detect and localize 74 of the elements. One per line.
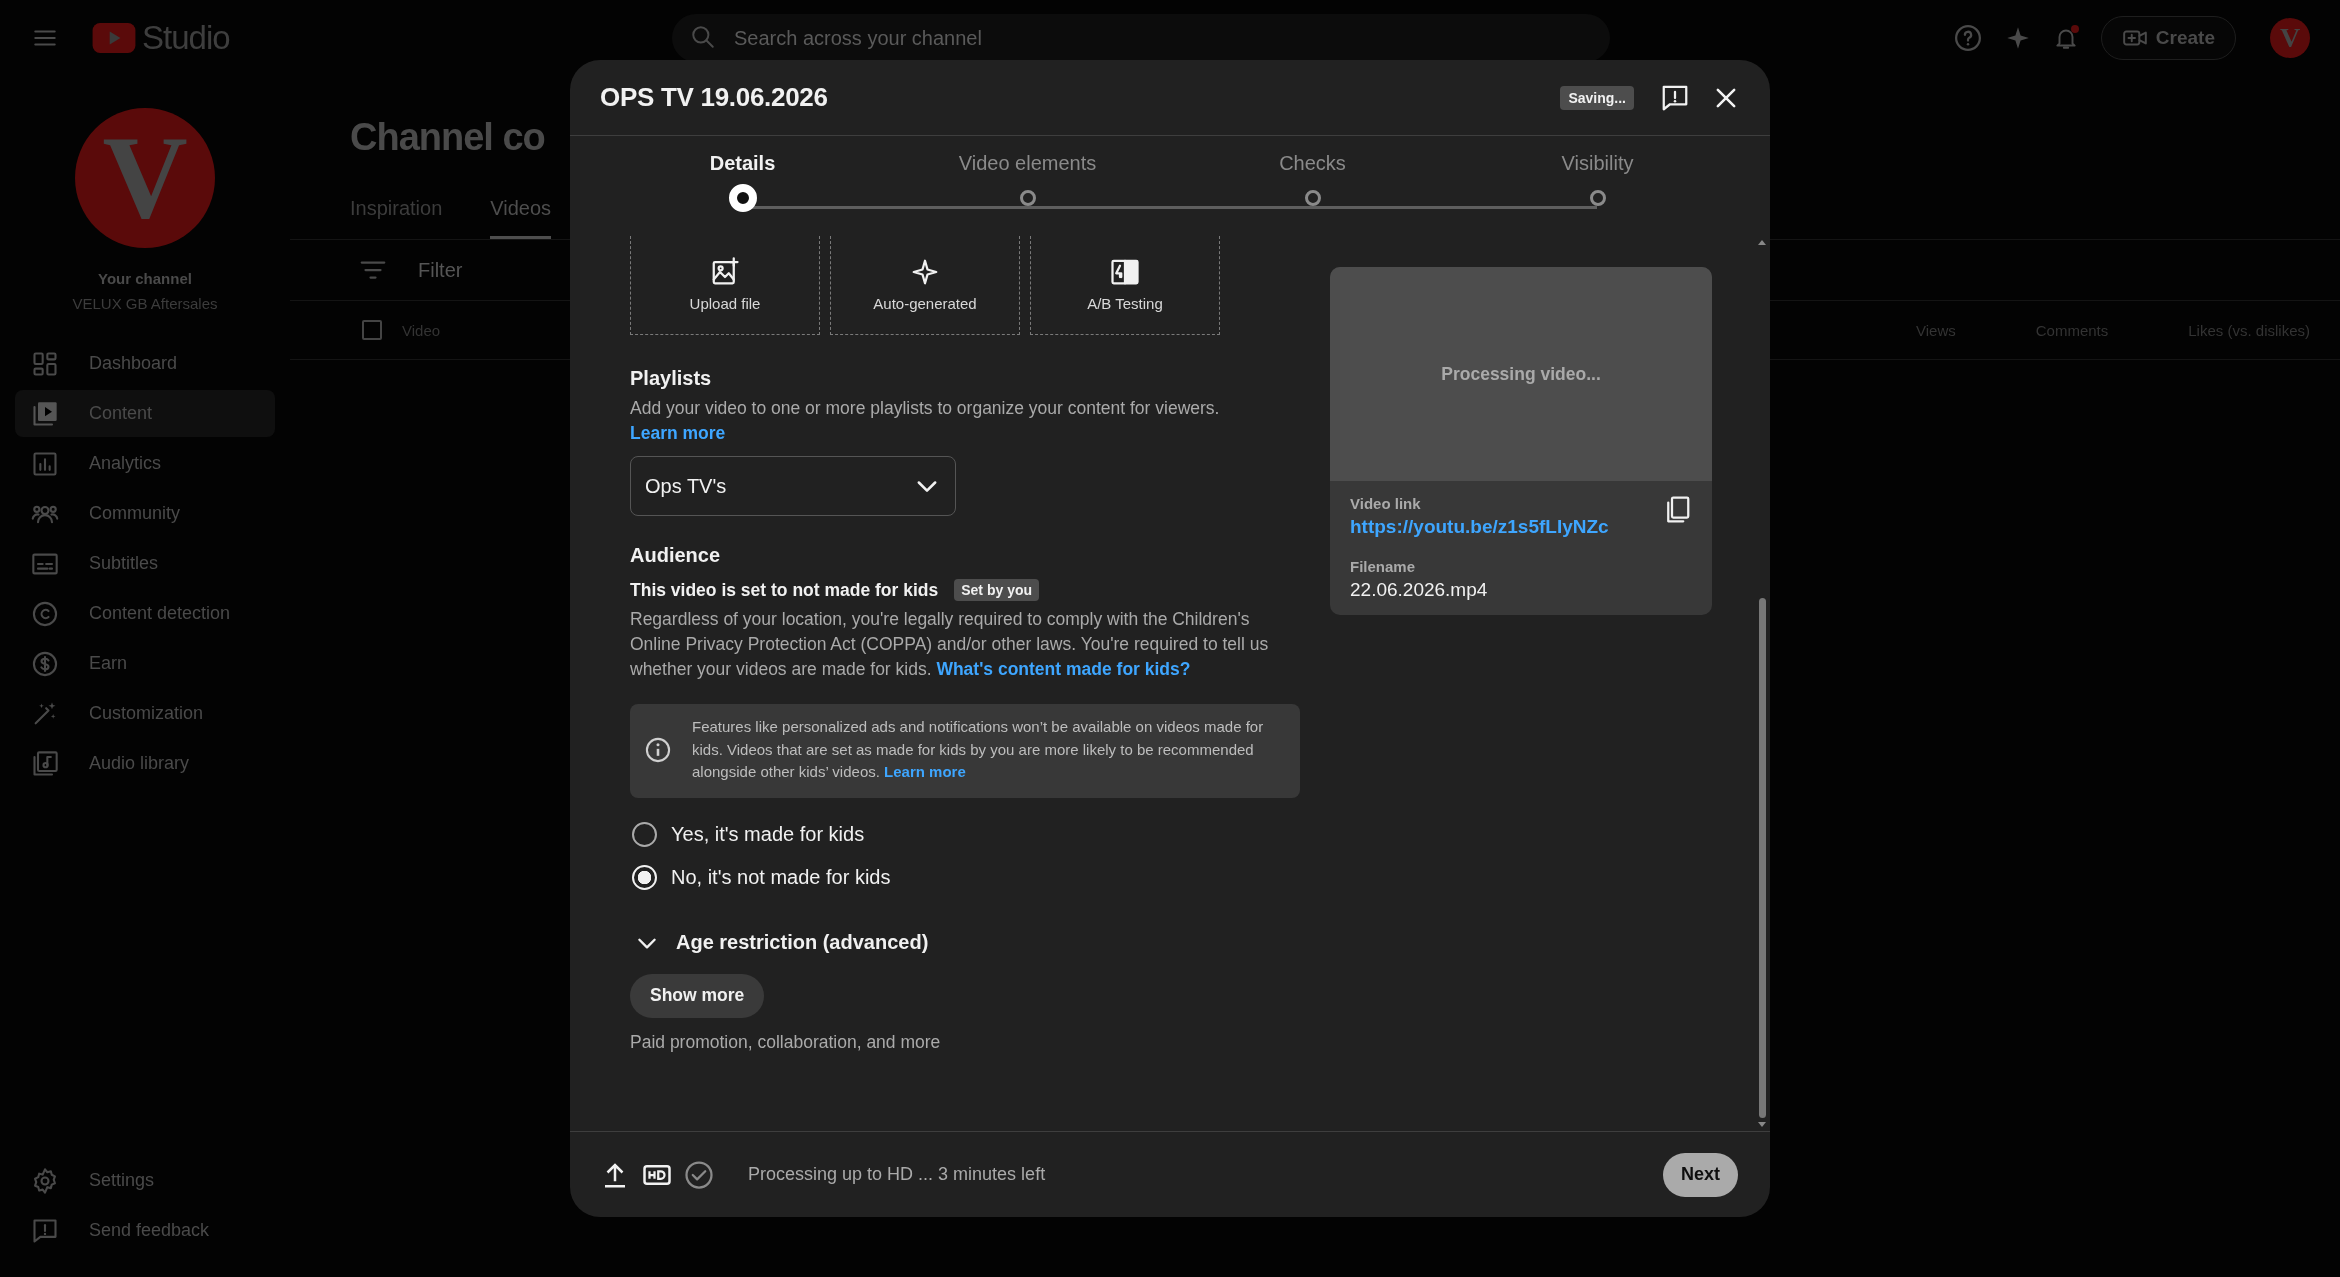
- processing-status: Processing up to HD ... 3 minutes left: [748, 1164, 1046, 1185]
- checkbox[interactable]: [362, 320, 382, 340]
- music-library-icon: [31, 749, 59, 778]
- info-icon: [644, 735, 672, 764]
- create-button[interactable]: Create: [2100, 16, 2236, 60]
- radio-button[interactable]: [632, 821, 657, 847]
- badge: Set by you: [954, 579, 1040, 601]
- logo-text: Studio: [142, 19, 230, 57]
- scroll-up-arrow-icon[interactable]: [1758, 240, 1766, 245]
- sidebar-item[interactable]: Earn: [15, 640, 275, 687]
- sidebar-item[interactable]: Send feedback: [15, 1207, 275, 1254]
- sidebar-item[interactable]: Audio library: [15, 740, 275, 787]
- description: Regardless of your location, you're legally required to comply with the Children's Online Privacy Protection Act (COPPA) and/or other laws. You're required to tell us whether your videos are made for kids. What's content made for kids?: [630, 608, 1270, 681]
- next-button[interactable]: Next: [1663, 1152, 1738, 1197]
- video-preview: Processing video...: [1330, 267, 1712, 481]
- hint-text: Paid promotion, collaboration, and more: [630, 1031, 942, 1053]
- feedback-icon: [31, 1216, 59, 1245]
- radio-label[interactable]: No, it's not made for kids: [671, 865, 891, 889]
- step-tab[interactable]: Visibility: [1561, 152, 1634, 182]
- video-library-icon: [31, 399, 59, 428]
- radio-label[interactable]: Yes, it's made for kids: [671, 822, 865, 846]
- link[interactable]: Learn more: [884, 763, 966, 780]
- check-circle-icon: [684, 1159, 714, 1190]
- help-icon[interactable]: [1952, 23, 1983, 53]
- dialog-title: OPS TV 19.06.2026: [600, 82, 828, 113]
- sidebar-item[interactable]: Content: [15, 390, 275, 437]
- thumbnail-option[interactable]: Upload file: [630, 236, 820, 335]
- show-more-button[interactable]: Show more: [630, 973, 765, 1018]
- notice-text: Features like personalized ads and notifications won’t be available on videos made for kids. Videos that are set as made for kids by you are more likely to be recommended alongside other kids’ videos. Learn more: [692, 717, 1265, 782]
- search-field[interactable]: Search across your channel: [672, 14, 1610, 62]
- sparkle-icon: [910, 257, 940, 287]
- channel-label: Your channel: [97, 270, 193, 287]
- dashboard-icon: [31, 349, 59, 378]
- channel-avatar[interactable]: V: [75, 108, 215, 248]
- avatar[interactable]: V: [2270, 18, 2310, 58]
- sidebar-item[interactable]: Analytics: [15, 440, 275, 487]
- sidebar-item[interactable]: Dashboard: [15, 340, 275, 387]
- copyright-icon: [31, 599, 59, 628]
- page-title: Channel co: [350, 116, 546, 159]
- sidebar-item[interactable]: Subtitles: [15, 540, 275, 587]
- channel-name: VELUX GB Aftersales: [71, 295, 219, 312]
- video-link[interactable]: https://youtu.be/z1s5fLIyNZc: [1350, 516, 1609, 538]
- bar-chart-icon: [31, 449, 59, 478]
- scroll-down-arrow-icon[interactable]: [1758, 1122, 1766, 1127]
- step-tab[interactable]: Checks: [1279, 152, 1346, 182]
- section-heading: Audience: [630, 544, 722, 567]
- thumbnail-option[interactable]: Auto-generated: [830, 236, 1020, 335]
- field-label: Video link: [1350, 495, 1422, 512]
- sidebar-item[interactable]: Content detection: [15, 590, 275, 637]
- dollar-icon: [31, 649, 59, 678]
- audience-status: This video is set to not made for kids: [630, 579, 939, 601]
- search-icon[interactable]: [690, 24, 716, 50]
- section-toggle[interactable]: Age restriction (advanced): [676, 931, 929, 954]
- link[interactable]: What's content made for kids?: [936, 659, 1191, 679]
- sidebar-item[interactable]: Settings: [15, 1157, 275, 1204]
- status-badge: Saving...: [1560, 85, 1634, 110]
- filename: 22.06.2026.mp4: [1350, 579, 1489, 601]
- split-image-icon: [1110, 257, 1140, 287]
- link[interactable]: Learn more: [630, 423, 726, 443]
- section-heading: Playlists: [630, 367, 713, 390]
- tab[interactable]: Inspiration: [350, 189, 443, 239]
- step-tab[interactable]: Video elements: [958, 152, 1097, 182]
- thumbnail-option[interactable]: A/B Testing: [1030, 236, 1220, 335]
- sidebar-item[interactable]: Community: [15, 490, 275, 537]
- step-tab[interactable]: Details: [709, 152, 776, 182]
- scrollbar-thumb[interactable]: [1758, 598, 1766, 1118]
- play-logo-icon: [92, 23, 136, 53]
- playlist-dropdown[interactable]: Ops TV's: [630, 456, 956, 516]
- add-image-icon: [710, 257, 740, 287]
- field-label: Filename: [1350, 558, 1417, 575]
- sidebar-item[interactable]: Customization: [15, 690, 275, 737]
- description: Add your video to one or more playlists to organize your content for viewers. Learn more: [630, 397, 1221, 445]
- settings-icon: [31, 1166, 59, 1195]
- tab[interactable]: Videos: [490, 189, 552, 239]
